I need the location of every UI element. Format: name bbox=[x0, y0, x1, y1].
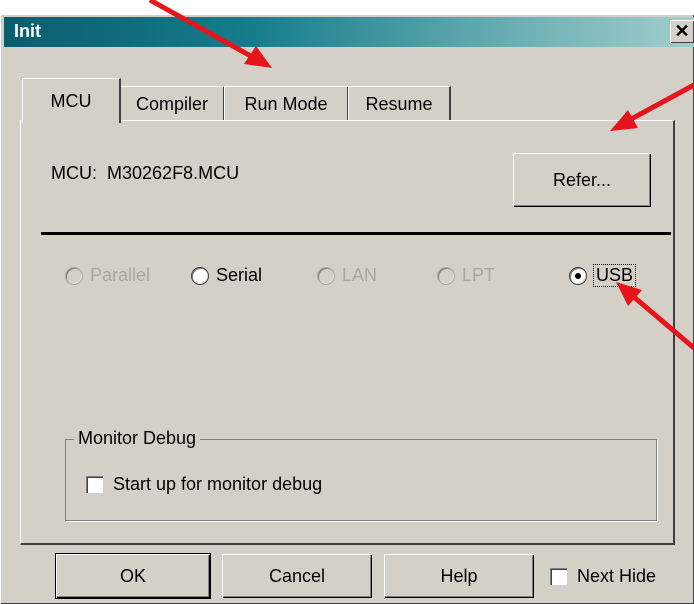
ok-button[interactable]: OK bbox=[56, 554, 210, 598]
window-title: Init bbox=[14, 21, 41, 41]
mcu-file-value: M30262F8.MCU bbox=[107, 163, 240, 183]
monitor-debug-group: Monitor Debug Start up for monitor debug bbox=[65, 428, 657, 521]
radio-indicator bbox=[437, 266, 455, 285]
radio-lpt[interactable]: LPT bbox=[437, 265, 495, 286]
checkbox-label: Next Hide bbox=[577, 566, 657, 586]
tab-run-mode[interactable]: Run Mode bbox=[224, 86, 349, 121]
radio-label: LPT bbox=[462, 265, 496, 285]
radio-indicator bbox=[317, 266, 335, 285]
title-bar[interactable]: Init ✕ bbox=[4, 17, 694, 47]
radio-indicator bbox=[65, 266, 83, 285]
radio-parallel[interactable]: Parallel bbox=[65, 265, 150, 286]
cancel-button[interactable]: Cancel bbox=[222, 554, 372, 598]
next-hide-checkbox[interactable]: Next Hide bbox=[550, 566, 656, 587]
tab-label: MCU bbox=[50, 91, 92, 111]
separator-line bbox=[41, 232, 671, 235]
mcu-label: MCU: bbox=[51, 163, 97, 183]
radio-label: USB bbox=[592, 264, 637, 287]
radio-indicator bbox=[191, 266, 209, 285]
tab-label: Resume bbox=[365, 94, 433, 114]
tab-label: Run Mode bbox=[244, 94, 328, 114]
checkbox-box bbox=[86, 476, 103, 493]
help-button[interactable]: Help bbox=[384, 554, 534, 598]
mcu-info: MCU: M30262F8.MCU bbox=[51, 163, 239, 184]
tab-label: Compiler bbox=[135, 94, 209, 114]
tab-compiler[interactable]: Compiler bbox=[120, 86, 225, 121]
close-icon: ✕ bbox=[674, 21, 690, 41]
radio-lan[interactable]: LAN bbox=[317, 265, 377, 286]
monitor-debug-checkbox[interactable]: Start up for monitor debug bbox=[86, 474, 322, 495]
radio-label: Serial bbox=[216, 265, 263, 285]
checkbox-box bbox=[550, 568, 567, 585]
tab-mcu[interactable]: MCU bbox=[22, 78, 121, 123]
radio-label: Parallel bbox=[90, 265, 151, 285]
mcu-tab-panel: MCU: M30262F8.MCU Refer... Parallel Seri… bbox=[20, 120, 675, 545]
checkbox-label: Start up for monitor debug bbox=[113, 474, 323, 494]
init-dialog: Init ✕ MCU Compiler Run Mode Resume MCU:… bbox=[0, 14, 694, 604]
close-button[interactable]: ✕ bbox=[670, 20, 694, 43]
tab-resume[interactable]: Resume bbox=[348, 86, 451, 121]
refer-button[interactable]: Refer... bbox=[513, 153, 651, 207]
radio-indicator bbox=[569, 266, 587, 285]
radio-serial[interactable]: Serial bbox=[191, 265, 262, 286]
radio-label: LAN bbox=[342, 265, 378, 285]
radio-usb[interactable]: USB bbox=[569, 264, 637, 287]
group-label: Monitor Debug bbox=[74, 428, 201, 449]
